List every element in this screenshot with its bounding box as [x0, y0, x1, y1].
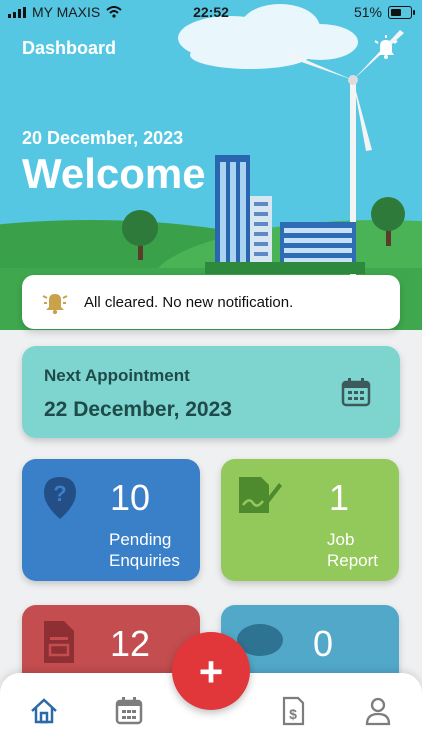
header-date: 20 December, 2023 [22, 128, 184, 148]
messages-count: 0 [313, 623, 334, 664]
document-icon [44, 621, 74, 663]
job-report-count: 1 [329, 477, 350, 518]
profile-icon[interactable] [362, 695, 394, 727]
home-icon[interactable] [28, 695, 60, 727]
job-report-label-1: Job [327, 530, 355, 549]
notification-text: All cleared. No new notification. [84, 293, 294, 311]
appointment-label: Next Appointment [44, 366, 190, 385]
bell-icon [42, 294, 68, 315]
pending-enquiries-label-1: Pending [109, 530, 172, 549]
calendar-tab-icon[interactable] [113, 695, 145, 727]
calendar-icon [341, 378, 371, 407]
pending-enquiries-tile[interactable]: ? 10 Pending Enquiries [22, 459, 200, 581]
signed-document-icon [239, 477, 282, 513]
job-report-tile[interactable]: 1 Job Report [221, 459, 399, 581]
plus-icon: + [198, 648, 224, 695]
battery-group: 51% [353, 4, 415, 20]
invoice-icon[interactable]: $ [277, 695, 309, 727]
pending-enquiries-count: 10 [110, 477, 151, 518]
documents-count: 12 [110, 623, 151, 664]
svg-text:$: $ [289, 706, 297, 722]
notification-bell-icon[interactable] [372, 34, 400, 62]
appointment-date: 22 December, 2023 [44, 398, 232, 421]
svg-text:?: ? [53, 481, 66, 506]
status-bar: MY MAXIS 22:52 51% [0, 0, 422, 24]
job-report-label-2: Report [327, 551, 379, 570]
pending-enquiries-label-2: Enquiries [109, 551, 180, 570]
page-title: Dashboard [22, 38, 117, 58]
notification-card[interactable]: All cleared. No new notification. [22, 275, 400, 329]
battery-percent: 51% [353, 4, 382, 20]
welcome-heading: Welcome [22, 150, 206, 197]
next-appointment-card[interactable]: Next Appointment 22 December, 2023 [22, 346, 400, 438]
question-pin-icon: ? [44, 477, 76, 519]
add-button[interactable]: + [172, 632, 250, 710]
battery-icon [388, 5, 415, 19]
